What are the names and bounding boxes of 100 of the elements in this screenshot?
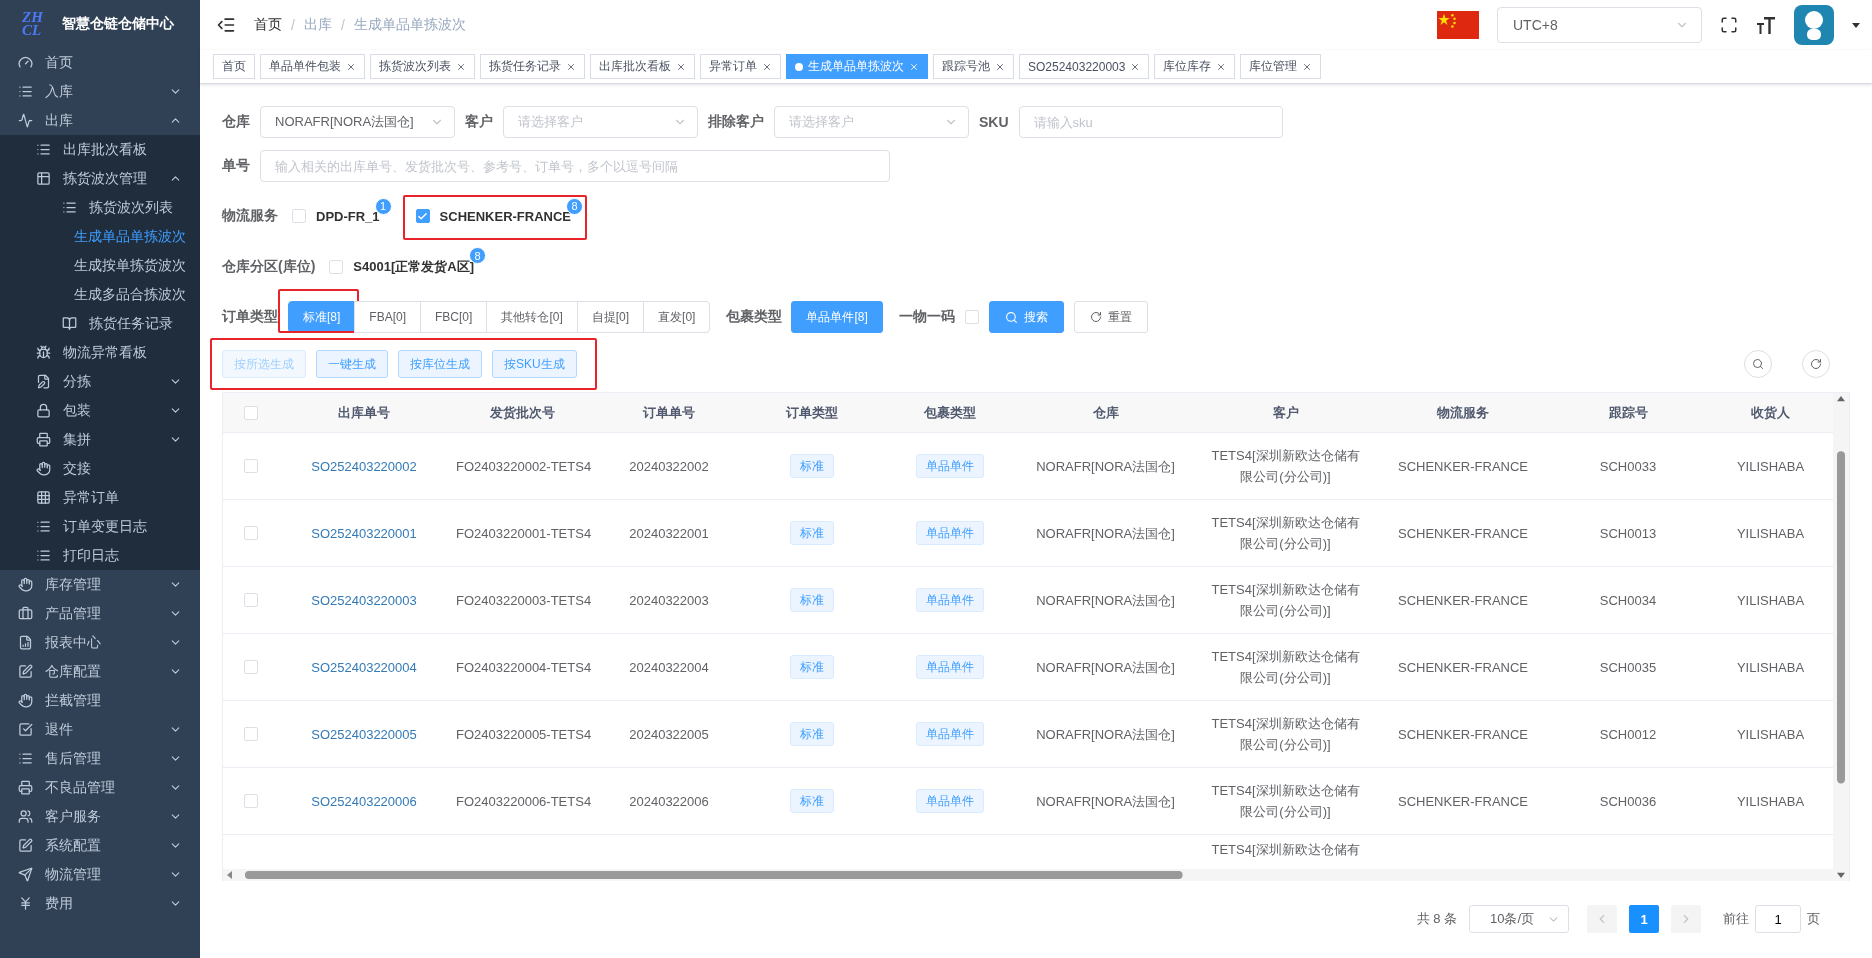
- order-link[interactable]: SO252403220001: [311, 525, 417, 541]
- sidebar-item[interactable]: 拣货波次列表: [0, 193, 200, 222]
- order-link[interactable]: SO252403220005: [311, 726, 417, 742]
- sidebar-item[interactable]: 异常订单: [0, 483, 200, 512]
- order-type-option[interactable]: FBC[0]: [420, 301, 488, 333]
- sidebar-item[interactable]: 库存管理: [0, 570, 200, 599]
- close-icon[interactable]: [1302, 61, 1313, 72]
- sidebar-item[interactable]: 包装: [0, 396, 200, 425]
- order-link[interactable]: SO252403220002: [311, 458, 417, 474]
- refresh-button[interactable]: [1802, 350, 1830, 378]
- table-cell-text: SCH0012: [1598, 725, 1658, 744]
- sidebar-item[interactable]: 拣货波次管理: [0, 164, 200, 193]
- sidebar-item[interactable]: 退件: [0, 715, 200, 744]
- order-type-option[interactable]: FBA[0]: [354, 301, 422, 333]
- sidebar-item[interactable]: 生成单品单拣波次: [0, 222, 200, 251]
- close-icon[interactable]: [676, 61, 686, 72]
- page-tab[interactable]: 出库批次看板: [590, 54, 695, 79]
- sidebar-item[interactable]: 拦截管理: [0, 686, 200, 715]
- sidebar-item[interactable]: 报表中心: [0, 628, 200, 657]
- sidebar-item[interactable]: 订单变更日志: [0, 512, 200, 541]
- table-cell-text: NORAFR[NORA法国仓]: [1035, 591, 1176, 610]
- sidebar-item[interactable]: 费用: [0, 889, 200, 918]
- sidebar-item[interactable]: 出库批次看板: [0, 135, 200, 164]
- sidebar-item[interactable]: 生成多品合拣波次: [0, 280, 200, 309]
- page-tab[interactable]: 异常订单: [700, 54, 781, 79]
- breadcrumb-item[interactable]: 首页: [254, 16, 282, 34]
- order-link[interactable]: SO252403220004: [311, 659, 417, 675]
- sidebar-item[interactable]: 交接: [0, 454, 200, 483]
- page-tab[interactable]: 拣货任务记录: [480, 54, 585, 79]
- refresh-icon: [1089, 311, 1102, 323]
- table-cell-text: TETS4[深圳新欧达仓储有限公司(分公司)]: [1210, 514, 1361, 553]
- type-tag: 标准: [790, 722, 834, 746]
- sidebar-item[interactable]: 客户服务: [0, 802, 200, 831]
- page-tab[interactable]: 拣货波次列表: [370, 54, 475, 79]
- caret-icon[interactable]: [1852, 22, 1860, 28]
- order-link[interactable]: SO252403220006: [311, 793, 417, 809]
- table-cell-text: YILISHABA: [1735, 591, 1806, 610]
- field-label: 仓库: [222, 113, 250, 131]
- warehouse-select[interactable]: NORAFR[NORA法国仓]: [260, 106, 455, 138]
- type-tag: 标准: [790, 454, 834, 478]
- fullscreen-icon[interactable]: [1720, 16, 1738, 34]
- close-icon[interactable]: [456, 61, 466, 72]
- table-cell-text: NORAFR[NORA法国仓]: [1035, 792, 1176, 811]
- close-icon[interactable]: [346, 61, 356, 72]
- sidebar-item[interactable]: 出库: [0, 106, 200, 135]
- sidebar-item[interactable]: 系统配置: [0, 831, 200, 860]
- table-cell-text: SCH0013: [1598, 524, 1658, 543]
- sidebar-item[interactable]: 分拣: [0, 367, 200, 396]
- order-type-option[interactable]: 其他转仓[0]: [486, 301, 578, 333]
- column-header: 订单类型: [785, 403, 839, 422]
- checkbox[interactable]: [415, 209, 430, 223]
- close-icon[interactable]: [909, 61, 919, 72]
- sidebar-item[interactable]: 不良品管理: [0, 773, 200, 802]
- type-tag: 标准: [790, 789, 834, 813]
- timezone-select[interactable]: UTC+8: [1497, 7, 1702, 43]
- page-tab[interactable]: 库位管理: [1240, 54, 1322, 79]
- table-cell-text: SCHENKER-FRANCE: [1397, 457, 1529, 476]
- table-cell-text: SCHENKER-FRANCE: [1397, 725, 1529, 744]
- table-cell-text: SCHENKER-FRANCE: [1397, 792, 1529, 811]
- page-tab[interactable]: 库位库存: [1154, 54, 1236, 79]
- order-type-option[interactable]: 直发[0]: [643, 301, 711, 333]
- sidebar-item[interactable]: 产品管理: [0, 599, 200, 628]
- page-tab[interactable]: SO252403220003: [1019, 54, 1150, 79]
- page-tab[interactable]: 跟踪号池: [933, 54, 1014, 79]
- breadcrumb-item: 生成单品单拣波次: [353, 16, 466, 34]
- table-cell-text: 20240322003: [628, 591, 710, 610]
- table-cell-text: FO2403220004-TETS4: [455, 658, 593, 677]
- table-cell-text: TETS4[深圳新欧达仓储有限公司(分公司)]: [1210, 715, 1361, 754]
- order-link[interactable]: SO252403220003: [311, 592, 417, 608]
- close-icon[interactable]: [566, 61, 576, 72]
- sidebar-item[interactable]: 物流异常看板: [0, 338, 200, 367]
- close-icon[interactable]: [995, 61, 1005, 72]
- column-header: 发货批次号: [489, 403, 556, 422]
- page-size-select[interactable]: 10条/页: [1469, 905, 1569, 933]
- font-size-icon[interactable]: [1756, 16, 1776, 34]
- sidebar-item[interactable]: 售后管理: [0, 744, 200, 773]
- page-tab[interactable]: 单品单件包装: [260, 54, 365, 79]
- flag-icon[interactable]: [1437, 11, 1479, 39]
- close-icon[interactable]: [762, 61, 772, 72]
- sidebar-item[interactable]: 拣货任务记录: [0, 309, 200, 338]
- type-tag: 单品单件: [915, 521, 984, 545]
- sidebar-item[interactable]: 入库: [0, 77, 200, 106]
- avatar[interactable]: [1794, 5, 1834, 45]
- sidebar-item[interactable]: 物流管理: [0, 860, 200, 889]
- order-type-option[interactable]: 自提[0]: [576, 301, 645, 333]
- order-number-input[interactable]: 输入相关的出库单号、发货批次号、参考号、订单号，多个以逗号间隔: [260, 150, 890, 182]
- sidebar-item[interactable]: 仓库配置: [0, 657, 200, 686]
- page-tab[interactable]: 首页: [213, 54, 255, 79]
- sidebar-item[interactable]: 首页: [0, 48, 200, 77]
- sku-input[interactable]: 请输入sku: [1018, 106, 1283, 138]
- sidebar-item[interactable]: 生成按单拣货波次: [0, 251, 200, 280]
- sidebar-item[interactable]: 集拼: [0, 425, 200, 454]
- sidebar-item[interactable]: 打印日志: [0, 541, 200, 570]
- close-icon[interactable]: [1130, 61, 1141, 72]
- table-cell-text: YILISHABA: [1735, 658, 1806, 677]
- close-icon[interactable]: [1216, 61, 1227, 72]
- reset-button[interactable]: 重置: [1073, 301, 1148, 333]
- page-input[interactable]: 1: [1755, 905, 1801, 933]
- search-button[interactable]: [1744, 350, 1772, 378]
- page-suffix: 页: [1807, 910, 1820, 928]
